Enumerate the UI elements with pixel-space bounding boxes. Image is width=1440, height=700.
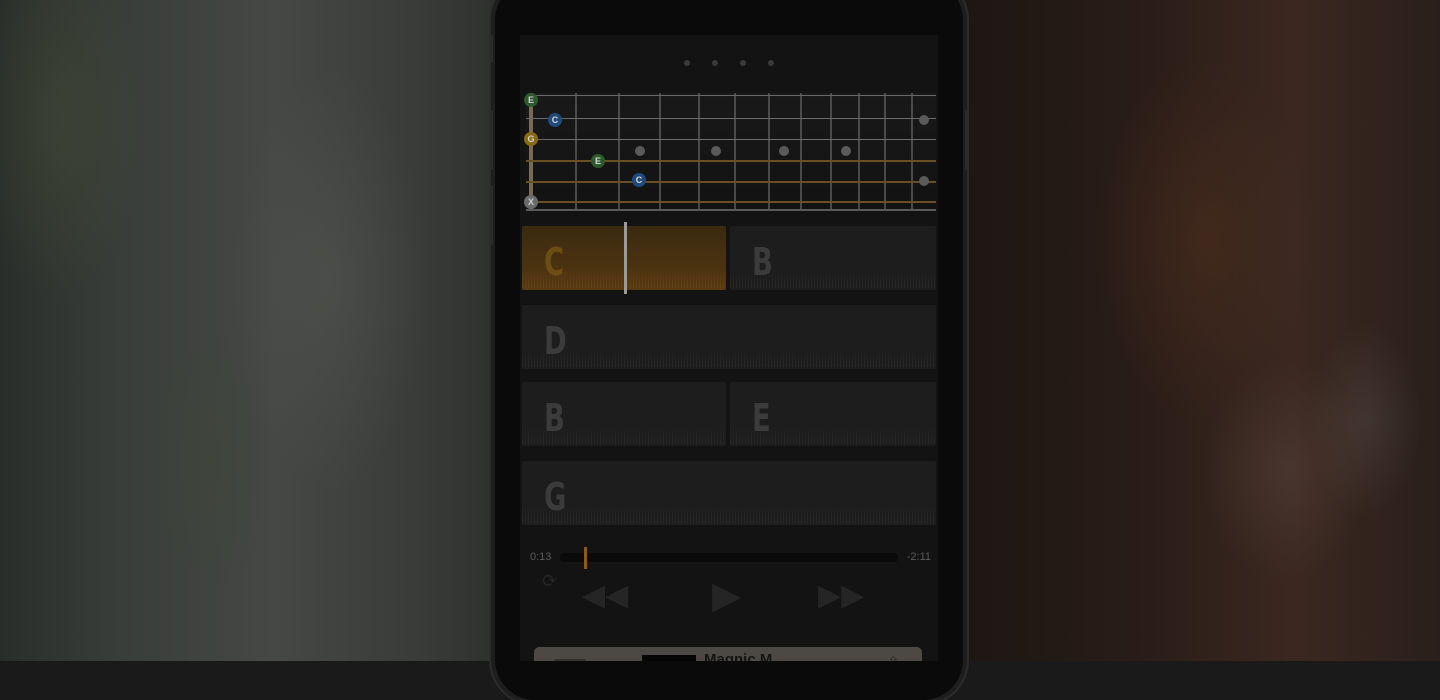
chord-row: D: [522, 305, 936, 369]
fret-inlay: [841, 146, 851, 156]
chord-block[interactable]: E: [730, 382, 936, 446]
chord-block[interactable]: G: [522, 461, 936, 525]
waveform: [522, 426, 726, 444]
chord-playhead[interactable]: [624, 222, 627, 294]
page-dot[interactable]: [684, 60, 690, 66]
fret: [911, 93, 913, 211]
fret: [884, 93, 886, 211]
chord-block[interactable]: B: [522, 382, 726, 446]
fret-inlay: [779, 146, 789, 156]
fast-forward-icon[interactable]: ▶▶: [818, 578, 864, 613]
page-dot[interactable]: [740, 60, 746, 66]
waveform: [730, 426, 936, 444]
progress-handle[interactable]: [583, 547, 587, 569]
play-icon[interactable]: ▶: [712, 573, 741, 618]
guitar-string: [526, 181, 936, 183]
fret-inlay: [919, 176, 929, 186]
rewind-icon[interactable]: ◀◀: [582, 578, 628, 613]
progress-track[interactable]: [560, 553, 898, 562]
guitar-string: [526, 95, 936, 96]
waveform: [730, 270, 936, 288]
fret: [698, 93, 700, 211]
fretboard-edge: [526, 209, 936, 211]
elapsed-time: 0:13: [530, 551, 552, 563]
muted-string-marker: X: [524, 195, 538, 209]
chord-block[interactable]: D: [522, 305, 936, 369]
fret: [768, 93, 770, 211]
chord-row: G: [522, 461, 936, 525]
fret: [575, 93, 577, 211]
album-art: [642, 655, 696, 661]
page-dot[interactable]: [712, 60, 718, 66]
background-right: [955, 0, 1440, 661]
guitar-string: [526, 118, 936, 119]
chord-row: B E: [522, 382, 936, 446]
fret: [858, 93, 860, 211]
fret: [800, 93, 802, 211]
fret-inlay: [919, 115, 929, 125]
waveform: [522, 349, 936, 367]
guitar-string: [526, 139, 936, 140]
mini-player-title: Magnic M...: [704, 651, 785, 661]
guitar-string: [526, 201, 936, 203]
fretted-note: E: [591, 154, 605, 168]
open-string-marker: G: [524, 132, 538, 146]
app-screen: E G X C E C C B D B E G 0:13 -2:11 ⟳ ◀◀ …: [520, 35, 938, 661]
guitar-fretboard: E G X C E C: [524, 93, 936, 211]
share-icon[interactable]: ⇧: [887, 653, 900, 661]
fretted-note: C: [632, 173, 646, 187]
fret-inlay: [711, 146, 721, 156]
fret: [618, 93, 620, 211]
remaining-time: -2:11: [906, 551, 931, 563]
fret: [659, 93, 661, 211]
background-left: [0, 0, 500, 661]
waveform: [522, 505, 936, 523]
fretboard-nut: [529, 93, 533, 211]
open-string-marker: E: [524, 93, 538, 107]
page-indicator[interactable]: [520, 60, 938, 66]
fret: [734, 93, 736, 211]
page-dot[interactable]: [768, 60, 774, 66]
chord-row: C B: [522, 222, 936, 294]
fretted-note: C: [548, 113, 562, 127]
fret-inlay: [635, 146, 645, 156]
guitar-string: [526, 160, 936, 162]
chord-block[interactable]: B: [730, 226, 936, 290]
fret: [830, 93, 832, 211]
loop-icon[interactable]: ⟳: [542, 571, 557, 592]
mini-player[interactable]: Magnic M... ⇧: [534, 647, 922, 661]
